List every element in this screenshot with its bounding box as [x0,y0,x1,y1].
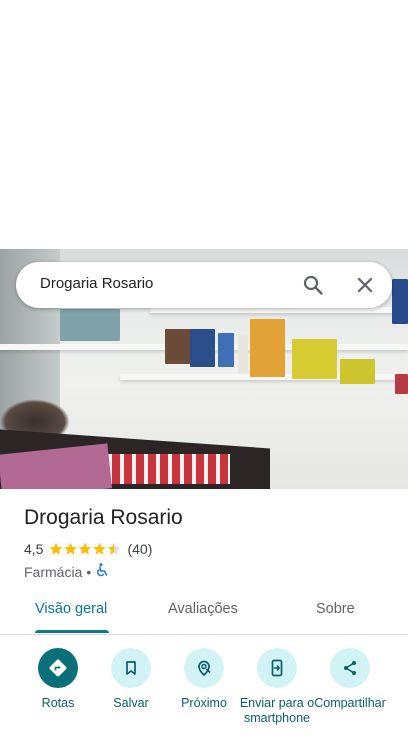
photo-products [218,333,234,367]
save-label: Salvar [113,696,149,710]
directions-icon [38,648,78,688]
nearby-button[interactable]: Próximo [164,648,244,711]
send-to-phone-button[interactable]: Enviar para o smartphone [237,648,317,726]
rating-row[interactable]: 4,5 (40) [24,541,152,557]
bookmark-icon [111,648,151,688]
star-icon [50,542,63,555]
share-icon [330,648,370,688]
search-icon[interactable] [302,274,324,296]
photo-display [100,454,230,484]
active-tab-indicator [35,630,109,633]
separator: • [86,563,92,580]
star-icon [93,542,107,555]
close-icon[interactable] [354,274,376,296]
photo-products [292,339,337,379]
search-bar[interactable]: Drogaria Rosario [16,262,392,308]
photo-products [395,374,408,394]
rating-value: 4,5 [24,541,44,557]
star-rating [49,542,121,556]
directions-label: Rotas [41,696,75,710]
search-input[interactable]: Drogaria Rosario [40,275,153,292]
nearby-icon [184,648,224,688]
category-label: Farmácia [24,563,83,580]
send-to-phone-label: Enviar para o smartphone [239,696,315,725]
send-to-phone-icon [257,648,297,688]
tab-bar: Visão geral Avaliações Sobre [0,594,408,635]
blank-area [0,0,408,249]
star-icon [64,542,78,555]
tab-about[interactable]: Sobre [316,601,355,617]
share-button[interactable]: Compartilhar [310,648,390,711]
share-label: Compartilhar [314,696,386,710]
tab-overview[interactable]: Visão geral [35,601,107,617]
tab-reviews[interactable]: Avaliações [168,601,238,617]
star-icon [79,542,92,555]
directions-button[interactable]: Rotas [18,648,98,711]
photo-products [238,335,248,373]
photo-products [340,359,375,384]
photo-products [250,319,285,377]
star-half-icon [108,542,121,555]
category-row: Farmácia • [24,563,109,580]
save-button[interactable]: Salvar [91,648,171,711]
place-title: Drogaria Rosario [24,506,183,529]
wheelchair-icon [95,563,109,580]
nearby-label: Próximo [181,696,227,710]
photo-products [392,279,408,324]
action-bar: Rotas Salvar Próximo Enviar para o smart… [0,648,408,738]
photo-products [60,309,120,341]
review-count[interactable]: (40) [127,541,152,557]
photo-products [190,329,215,367]
